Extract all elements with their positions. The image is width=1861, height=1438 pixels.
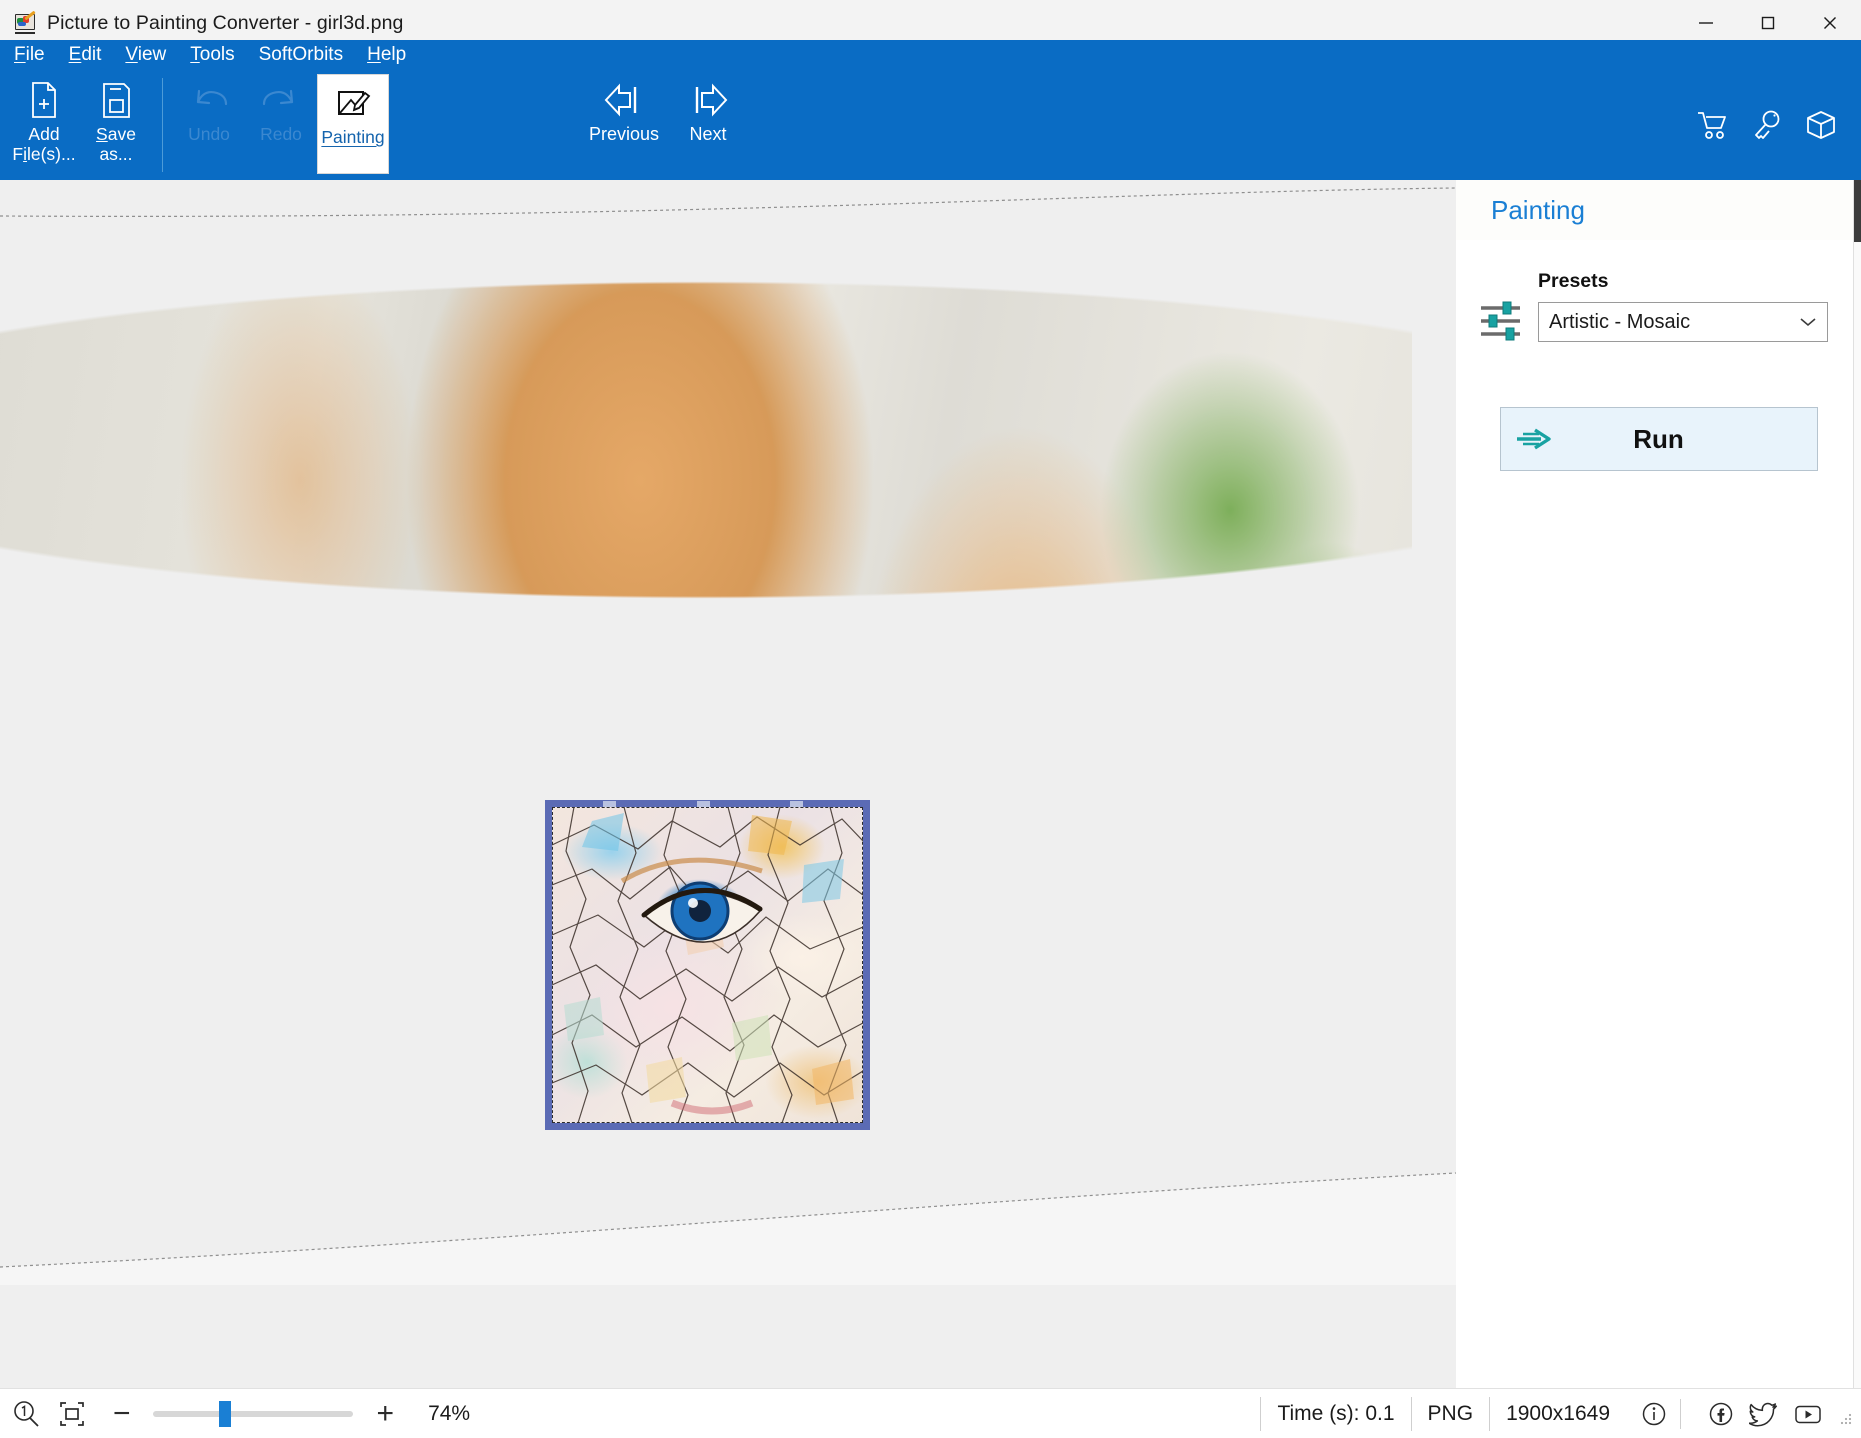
key-icon[interactable] — [1751, 110, 1783, 145]
zoom-slider-thumb[interactable] — [218, 1400, 231, 1427]
status-bar-right: Time (s): 0.1 PNG 1900x1649 — [1260, 1395, 1861, 1433]
fit-to-window-icon[interactable] — [57, 1399, 87, 1429]
navigation-group: Previous Next — [589, 76, 739, 145]
save-icon — [99, 76, 133, 124]
zoom-level-value: 74% — [428, 1401, 471, 1425]
selection-grip-top-3[interactable] — [790, 801, 803, 807]
status-separator — [1680, 1398, 1681, 1429]
window-title: Picture to Painting Converter - girl3d.p… — [47, 11, 404, 34]
add-files-label-line1: Add — [28, 124, 60, 144]
info-icon[interactable] — [1640, 1400, 1668, 1428]
painting-tool-button[interactable]: Painting — [317, 74, 389, 174]
next-button[interactable]: Next — [677, 76, 739, 145]
facebook-icon[interactable] — [1707, 1400, 1735, 1428]
menu-item-softorbits[interactable]: SoftOrbits — [259, 44, 343, 66]
presets-label: Presets — [1538, 270, 1609, 292]
redo-icon — [261, 76, 301, 124]
arrow-right-icon — [685, 76, 731, 124]
effects-panel: Painting Presets Artistic - Mosaic Run — [1456, 180, 1861, 1388]
zoom-in-button[interactable]: + — [377, 1398, 395, 1429]
chevron-down-icon — [1799, 311, 1817, 334]
redo-button[interactable]: Redo — [245, 76, 317, 174]
resize-grip[interactable] — [1837, 1411, 1853, 1427]
mosaic-shards — [552, 807, 863, 1123]
workspace: Painting Presets Artistic - Mosaic Run — [0, 180, 1861, 1388]
youtube-icon[interactable] — [1793, 1400, 1823, 1428]
menu-item-file[interactable]: File — [14, 44, 45, 66]
panel-title: Painting — [1491, 194, 1585, 225]
twitter-icon[interactable] — [1749, 1400, 1779, 1428]
image-format: PNG — [1410, 1396, 1490, 1431]
zoom-100-icon[interactable] — [11, 1399, 41, 1429]
menu-item-edit[interactable]: Edit — [69, 44, 102, 66]
previous-label: Previous — [589, 124, 660, 144]
close-icon — [1824, 17, 1836, 29]
selection-grip-top-1[interactable] — [603, 801, 616, 807]
next-label: Next — [689, 124, 727, 144]
menu-item-view[interactable]: View — [125, 44, 166, 66]
presets-field: Presets Artistic - Mosaic — [1538, 270, 1828, 342]
maximize-icon — [1761, 16, 1775, 30]
presets-select[interactable]: Artistic - Mosaic — [1538, 302, 1828, 342]
minimize-icon — [1699, 22, 1713, 24]
effect-preview-selection[interactable] — [545, 800, 870, 1130]
painting-icon — [333, 79, 373, 127]
image-canvas[interactable] — [0, 180, 1456, 1388]
add-files-button[interactable]: Add File(s)... — [8, 76, 80, 174]
run-button[interactable]: Run — [1499, 407, 1818, 471]
box-icon[interactable] — [1805, 110, 1837, 145]
add-file-icon — [27, 76, 61, 124]
presets-selected-value: Artistic - Mosaic — [1549, 310, 1691, 333]
undo-label: Undo — [188, 124, 230, 144]
panel-scrollbar-thumb[interactable] — [1854, 180, 1861, 242]
previous-button[interactable]: Previous — [589, 76, 659, 145]
painting-label: Painting — [321, 127, 385, 147]
presets-row: Presets Artistic - Mosaic — [1456, 270, 1861, 349]
save-as-label-line1: Save — [96, 124, 136, 144]
toolbar-separator-1 — [162, 78, 163, 172]
toolbar: Add File(s)... Save as... Undo Redo Pain… — [0, 70, 1861, 180]
zoom-out-button[interactable]: − — [113, 1398, 131, 1429]
app-icon — [14, 10, 36, 34]
arrow-left-icon — [601, 76, 647, 124]
panel-scrollbar[interactable] — [1853, 180, 1861, 1388]
undo-button[interactable]: Undo — [173, 76, 245, 174]
panel-header: Painting — [1456, 180, 1861, 240]
mosaic-preview — [552, 807, 863, 1123]
add-files-label-line2: File(s)... — [12, 144, 76, 164]
menu-item-tools[interactable]: Tools — [190, 44, 234, 66]
zoom-slider[interactable] — [152, 1400, 353, 1427]
undo-icon — [189, 76, 229, 124]
processing-time: Time (s): 0.1 — [1260, 1396, 1410, 1431]
menu-bar: File Edit View Tools SoftOrbits Help — [0, 40, 1861, 70]
redo-label: Redo — [260, 124, 302, 144]
cart-icon[interactable] — [1697, 110, 1729, 145]
run-label: Run — [1633, 423, 1684, 454]
image-dimensions: 1900x1649 — [1489, 1396, 1626, 1431]
save-as-label-line2: as... — [99, 144, 133, 164]
selection-grip-top-2[interactable] — [697, 801, 710, 807]
menu-item-help[interactable]: Help — [367, 44, 406, 66]
toolbar-right-icons — [1697, 110, 1837, 145]
save-as-button[interactable]: Save as... — [80, 76, 152, 174]
status-bar: − + 74% Time (s): 0.1 PNG 1900x1649 — [0, 1388, 1861, 1438]
sliders-icon — [1478, 270, 1532, 349]
